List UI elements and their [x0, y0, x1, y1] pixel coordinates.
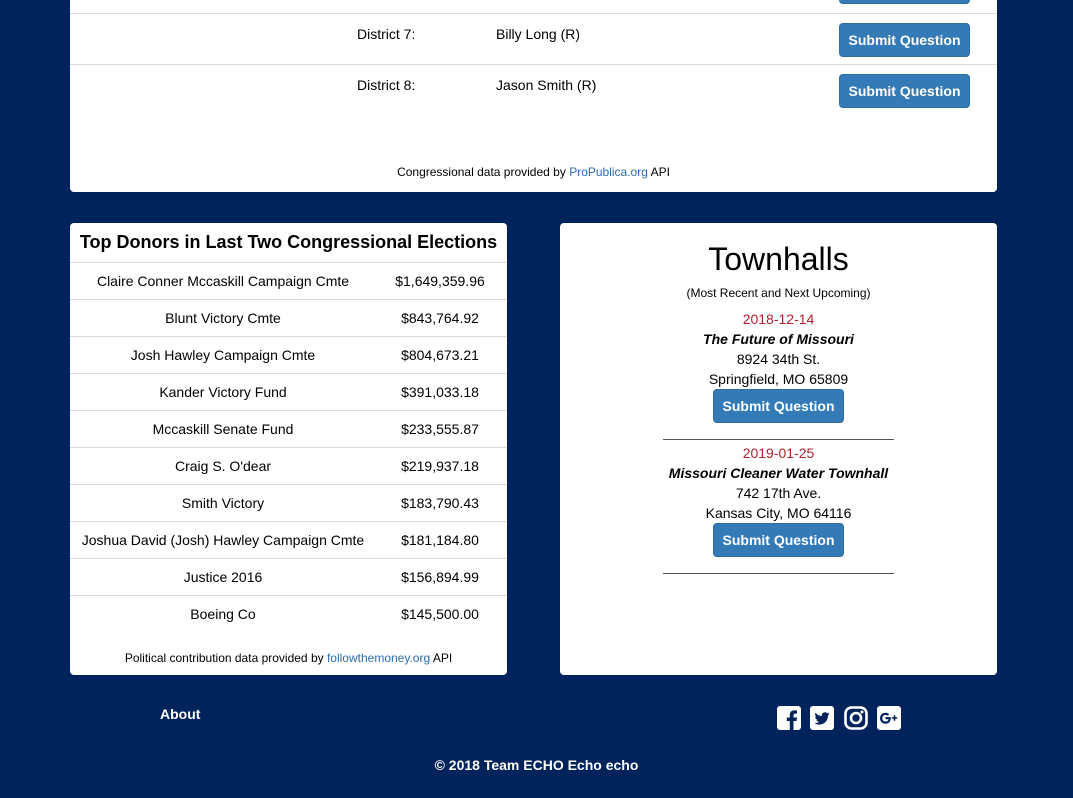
event-street: 742 17th Ave. — [735, 485, 822, 501]
donor-name: Justice 2016 — [183, 569, 263, 585]
rep-district: District 7: — [357, 26, 416, 42]
event-name: Missouri Cleaner Water Townhall — [668, 465, 889, 481]
event-date: 2019-01-25 — [742, 445, 815, 461]
donor-row: Smith Victory $183,790.43 — [70, 484, 507, 522]
event-name: The Future of Missouri — [703, 331, 854, 347]
rep-district: District 8: — [357, 77, 416, 93]
rep-name: Jason Smith (R) — [496, 77, 597, 93]
credit-prefix: Political contribution data provided by — [124, 651, 324, 665]
submit-question-button[interactable]: Submit Question — [713, 389, 844, 423]
donor-row: Joshua David (Josh) Hawley Campaign Cmte… — [70, 521, 507, 559]
credit-suffix: API — [432, 651, 453, 665]
townhall-event: 2018-12-14 The Future of Missouri 8924 3… — [560, 311, 997, 441]
facebook-icon[interactable] — [777, 706, 801, 730]
copyright-text: © 2018 Team ECHO Echo echo — [434, 757, 639, 773]
rep-row-partial — [70, 0, 997, 13]
donor-name: Mccaskill Senate Fund — [152, 421, 294, 437]
rep-name: Billy Long (R) — [496, 26, 581, 42]
donor-name: Blunt Victory Cmte — [165, 310, 281, 326]
credit-prefix: Congressional data provided by — [397, 165, 566, 179]
google-plus-icon[interactable] — [877, 706, 901, 730]
townhalls-card: Townhalls (Most Recent and Next Upcoming… — [560, 223, 997, 675]
event-divider — [663, 439, 894, 440]
donor-name: Claire Conner Mccaskill Campaign Cmte — [96, 273, 350, 289]
donor-amount: $391,033.18 — [401, 384, 479, 400]
donor-amount: $1,649,359.96 — [395, 273, 485, 289]
donor-name: Smith Victory — [181, 495, 265, 511]
event-street: 8924 34th St. — [736, 351, 821, 367]
donors-title: Top Donors in Last Two Congressional Ele… — [79, 232, 498, 252]
donor-row: Boeing Co $145,500.00 — [70, 595, 507, 633]
submit-question-button-partial[interactable] — [839, 0, 970, 4]
propublica-link[interactable]: ProPublica.org — [569, 165, 648, 179]
donor-row: Blunt Victory Cmte $843,764.92 — [70, 299, 507, 337]
donor-amount: $183,790.43 — [401, 495, 479, 511]
rep-row: District 7: Billy Long (R) Submit Questi… — [70, 13, 997, 65]
donors-credit: Political contribution data provided by … — [70, 651, 507, 665]
donor-row: Josh Hawley Campaign Cmte $804,673.21 — [70, 336, 507, 374]
event-date: 2018-12-14 — [742, 311, 815, 327]
donor-amount: $156,894.99 — [401, 569, 479, 585]
instagram-icon[interactable] — [844, 706, 868, 730]
donor-name: Josh Hawley Campaign Cmte — [130, 347, 316, 363]
event-city: Kansas City, MO 64116 — [705, 505, 852, 521]
townhalls-subtitle: (Most Recent and Next Upcoming) — [686, 286, 871, 300]
donors-card: Top Donors in Last Two Congressional Ele… — [70, 223, 507, 675]
event-divider — [663, 573, 894, 574]
townhalls-title: Townhalls — [708, 241, 849, 277]
twitter-icon[interactable] — [810, 706, 834, 730]
donor-amount: $843,764.92 — [401, 310, 479, 326]
donor-row: Claire Conner Mccaskill Campaign Cmte $1… — [70, 262, 507, 300]
donor-row: Craig S. O'dear $219,937.18 — [70, 447, 507, 485]
donor-amount: $219,937.18 — [401, 458, 479, 474]
donor-name: Joshua David (Josh) Hawley Campaign Cmte — [81, 532, 365, 548]
about-link[interactable]: About — [160, 706, 200, 722]
submit-question-button[interactable]: Submit Question — [839, 74, 970, 108]
followthemoney-link[interactable]: followthemoney.org — [327, 651, 430, 665]
congress-card: District 7: Billy Long (R) Submit Questi… — [70, 0, 997, 192]
donor-row: Mccaskill Senate Fund $233,555.87 — [70, 410, 507, 448]
submit-question-button[interactable]: Submit Question — [713, 523, 844, 557]
rep-row: District 8: Jason Smith (R) Submit Quest… — [70, 64, 997, 116]
donor-row: Justice 2016 $156,894.99 — [70, 558, 507, 596]
donor-amount: $145,500.00 — [401, 606, 479, 622]
donor-amount: $233,555.87 — [401, 421, 479, 437]
donor-name: Kander Victory Fund — [159, 384, 287, 400]
donor-row: Kander Victory Fund $391,033.18 — [70, 373, 507, 411]
submit-question-button[interactable]: Submit Question — [839, 23, 970, 57]
credit-suffix: API — [650, 165, 670, 179]
donor-amount: $804,673.21 — [401, 347, 479, 363]
event-city: Springfield, MO 65809 — [708, 371, 849, 387]
congress-credit: Congressional data provided by ProPublic… — [70, 165, 997, 179]
donor-name: Boeing Co — [190, 606, 256, 622]
donor-amount: $181,184.80 — [401, 532, 479, 548]
donor-name: Craig S. O'dear — [174, 458, 272, 474]
townhall-event: 2019-01-25 Missouri Cleaner Water Townha… — [560, 445, 997, 575]
